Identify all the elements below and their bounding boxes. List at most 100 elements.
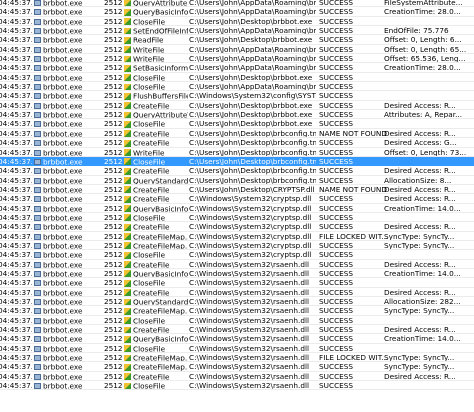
event-row[interactable]: 04:45:37. brbbot.exe 2512 CloseFile C:\W…: [0, 343, 474, 354]
detail-cell: Offset: 0, Length: 73...: [384, 147, 467, 156]
operation-name: CreateFile: [133, 194, 170, 203]
event-row[interactable]: 04:45:37. brbbot.exe 2512 CloseFile C:\W…: [0, 250, 474, 260]
result-cell: SUCCESS: [319, 381, 354, 390]
event-row[interactable]: 04:45:37. brbbot.exe 2512 QueryStandardl…: [0, 297, 474, 307]
event-row[interactable]: 04:45:37. brbbot.exe 2512 QueryAttribute…: [0, 110, 474, 120]
event-row[interactable]: 04:45:37. brbbot.exe 2512 FlushBuffersFi…: [0, 91, 474, 101]
application-icon: [34, 56, 41, 63]
operation-cell: CreateFile: [124, 138, 188, 147]
event-row[interactable]: 04:45:37. brbbot.exe 2512 CloseFile C:\U…: [0, 73, 474, 83]
event-row[interactable]: 04:45:37. brbbot.exe 2512 CloseFile C:\U…: [0, 82, 474, 92]
event-row[interactable]: 04:45:37. brbbot.exe 2512 CreateFileMap.…: [0, 362, 474, 372]
event-row[interactable]: 04:45:37. brbbot.exe 2512 CreateFileMap.…: [0, 232, 474, 241]
filesystem-event-icon: [124, 335, 131, 343]
event-row[interactable]: 04:45:37. brbbot.exe 2512 QueryBasicInfo…: [0, 334, 474, 344]
process-name: brbbot.exe: [43, 129, 83, 138]
event-row[interactable]: 04:45:37. brbbot.exe 2512 CreateFile C:\…: [0, 222, 474, 232]
process-cell: brbbot.exe: [34, 213, 102, 221]
event-row[interactable]: 04:45:37. brbbot.exe 2512 CloseFile C:\U…: [0, 156, 474, 167]
process-name: brbbot.exe: [43, 91, 83, 100]
filesystem-event-icon: [124, 373, 131, 381]
path-cell: C:\Users\John\AppData\Roaming\brbb...: [189, 82, 316, 91]
event-row[interactable]: 04:45:37. brbbot.exe 2512 CloseFile C:\W…: [0, 316, 474, 326]
process-name: brbbot.exe: [43, 259, 83, 268]
event-row[interactable]: 04:45:37. brbbot.exe 2512 CloseFile C:\U…: [0, 17, 474, 27]
pid-cell: 2512: [104, 362, 122, 371]
path-cell: C:\Windows\System32\rsaenh.dll: [189, 306, 310, 315]
process-name: brbbot.exe: [43, 306, 83, 315]
detail-cell: Desired Access: R...: [384, 325, 456, 334]
path-cell: C:\Windows\System32\rsaenh.dll: [189, 334, 310, 343]
event-row[interactable]: 04:45:37. brbbot.exe 2512 CloseFile C:\W…: [0, 213, 474, 223]
event-row[interactable]: 04:45:37. brbbot.exe 2512 QueryStandardI…: [0, 176, 474, 185]
operation-cell: CreateFileMap...: [124, 353, 188, 362]
operation-name: FlushBuffersFile: [133, 91, 188, 100]
event-row[interactable]: 04:45:37. brbbot.exe 2512 CreateFile C:\…: [0, 166, 474, 176]
result-cell: SUCCESS: [319, 371, 354, 381]
event-row[interactable]: 04:45:37. brbbot.exe 2512 CreateFile C:\…: [0, 101, 474, 111]
event-row[interactable]: 04:45:37. brbbot.exe 2512 SetBasicInform…: [0, 63, 474, 73]
pid-cell: 2512: [104, 82, 122, 91]
filesystem-event-icon: [124, 261, 131, 268]
event-row[interactable]: 04:45:37. brbbot.exe 2512 CreateFileMap.…: [0, 241, 474, 251]
event-row[interactable]: 04:45:37. brbbot.exe 2512 QueryBasicInfo…: [0, 7, 474, 17]
event-row[interactable]: 04:45:37. brbbot.exe 2512 ReadFile C:\Us…: [0, 35, 474, 45]
operation-name: ReadFile: [133, 35, 164, 44]
operation-name: QueryStandardl...: [133, 297, 188, 306]
operation-cell: WriteFile: [124, 148, 188, 156]
process-cell: brbbot.exe: [34, 353, 102, 361]
event-row[interactable]: 04:45:37. brbbot.exe 2512 CreateFile C:\…: [0, 194, 474, 204]
event-row[interactable]: 04:45:37. brbbot.exe 2512 CloseFile C:\W…: [0, 278, 474, 288]
process-cell: brbbot.exe: [34, 0, 102, 6]
event-row[interactable]: 04:45:37. brbbot.exe 2512 CreateFileMap.…: [0, 353, 474, 363]
process-cell: brbbot.exe: [34, 82, 102, 90]
path-cell: C:\Users\John\AppData\Roaming\brbb...: [189, 44, 316, 54]
event-row[interactable]: 04:45:37. brbbot.exe 2512 WriteFile C:\U…: [0, 54, 474, 64]
operation-name: CreateFile: [133, 287, 170, 296]
process-name: brbbot.exe: [43, 110, 83, 119]
event-row[interactable]: 04:45:37. brbbot.exe 2512 CreateFile C:\…: [0, 288, 474, 297]
event-row[interactable]: 04:45:37. brbbot.exe 2512 CloseFile C:\W…: [0, 381, 474, 391]
event-row[interactable]: 04:45:37. brbbot.exe 2512 WriteFile C:\U…: [0, 44, 474, 55]
filesystem-event-icon: [124, 242, 131, 250]
event-row[interactable]: 04:45:37. brbbot.exe 2512 CreateFile C:\…: [0, 185, 474, 195]
event-row[interactable]: 04:45:37. brbbot.exe 2512 QueryAttribute…: [0, 0, 474, 8]
result-cell: SUCCESS: [319, 82, 354, 91]
result-cell: SUCCESS: [319, 250, 354, 259]
operation-name: CreateFile: [133, 138, 170, 147]
path-cell: C:\Users\John\Desktop\brbconfig.tmp: [189, 128, 316, 138]
operation-cell: CreateFile: [124, 166, 188, 175]
process-cell: brbbot.exe: [34, 35, 102, 44]
result-cell: SUCCESS: [319, 119, 354, 128]
event-row[interactable]: 04:45:37. brbbot.exe 2512 CreateFile C:\…: [0, 371, 474, 382]
event-row[interactable]: 04:45:37. brbbot.exe 2512 WriteFile C:\U…: [0, 148, 474, 157]
event-row[interactable]: 04:45:37. brbbot.exe 2512 QueryBasicInfo…: [0, 269, 474, 279]
filesystem-event-icon: [124, 382, 131, 390]
operation-name: WriteFile: [133, 54, 165, 63]
application-icon: [34, 168, 41, 175]
event-row[interactable]: 04:45:37. brbbot.exe 2512 CreateFile C:\…: [0, 128, 474, 139]
process-name: brbbot.exe: [43, 194, 83, 203]
path-cell: C:\Windows\System32\cryptsp.dll: [189, 194, 312, 203]
event-row[interactable]: 04:45:37. brbbot.exe 2512 CreateFile C:\…: [0, 260, 474, 269]
process-name: brbbot.exe: [43, 166, 83, 175]
process-cell: brbbot.exe: [34, 316, 102, 324]
detail-cell: AllocationSize: 282...: [384, 297, 461, 306]
event-row[interactable]: 04:45:37. brbbot.exe 2512 CreateFile C:\…: [0, 325, 474, 335]
operation-name: CloseFile: [133, 381, 166, 390]
operation-name: CreateFile: [133, 222, 170, 231]
event-row[interactable]: 04:45:37. brbbot.exe 2512 CloseFile C:\U…: [0, 119, 474, 129]
event-row[interactable]: 04:45:37. brbbot.exe 2512 CreateFile C:\…: [0, 138, 474, 148]
event-row[interactable]: 04:45:37. brbbot.exe 2512 SetEndOfFileIn…: [0, 26, 474, 36]
detail-cell: Desired Access: R...: [384, 287, 456, 296]
event-row[interactable]: 04:45:37. brbbot.exe 2512 QueryBasicInfo…: [0, 204, 474, 213]
operation-name: CloseFile: [133, 344, 166, 353]
event-row[interactable]: 04:45:37. brbbot.exe 2512 CreateFileMap.…: [0, 306, 474, 316]
detail-cell: [384, 73, 474, 81]
operation-name: CreateFileMap...: [133, 362, 188, 371]
detail-cell: Desired Access: R...: [384, 371, 456, 381]
process-name: brbbot.exe: [43, 82, 83, 91]
time-cell: 04:45:37.: [0, 82, 32, 91]
pid-cell: 2512: [104, 343, 122, 353]
time-cell: 04:45:37.: [0, 147, 32, 156]
